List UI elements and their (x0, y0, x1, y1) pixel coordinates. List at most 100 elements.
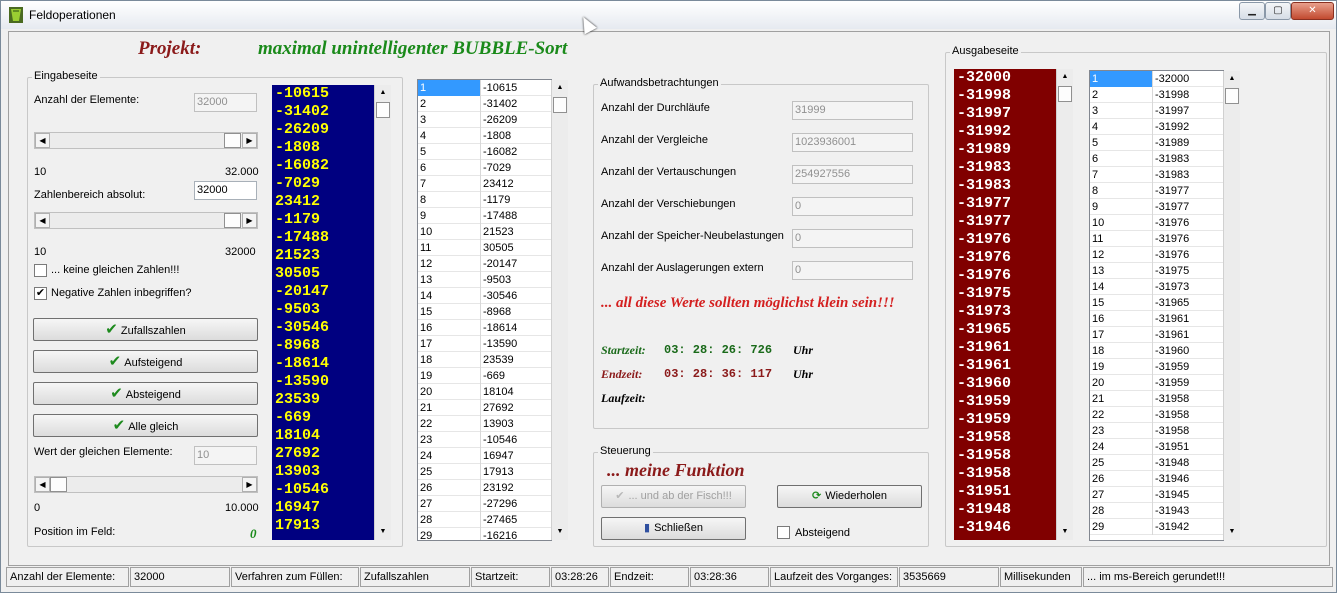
list-item[interactable]: 6 -31983 (1090, 151, 1223, 167)
list-item[interactable]: 15 -8968 (418, 304, 551, 320)
close-dialog-button[interactable]: ▮ Schließen (601, 517, 746, 540)
memory-field[interactable]: 0 (792, 229, 913, 248)
list-item[interactable]: 4 -1808 (418, 128, 551, 144)
scroll-right-icon[interactable]: ▶ (242, 477, 257, 492)
scroll-down-icon[interactable]: ▼ (375, 524, 391, 540)
descending-button[interactable]: ✔ Absteigend (33, 382, 258, 405)
slider-thumb[interactable] (224, 213, 241, 228)
list-item[interactable]: 24 16947 (418, 448, 551, 464)
list-item[interactable]: 16 -18614 (418, 320, 551, 336)
swap-field[interactable]: 254927556 (792, 165, 913, 184)
external-field[interactable]: 0 (792, 261, 913, 280)
slider-thumb[interactable] (224, 133, 241, 148)
list-item[interactable]: 29 -31942 (1090, 519, 1223, 535)
descending-checkbox[interactable] (777, 526, 790, 539)
list-item[interactable]: 11 30505 (418, 240, 551, 256)
list-item[interactable]: 3 -31997 (1090, 103, 1223, 119)
output-list-scrollbar[interactable]: ▲ ▼ (1223, 71, 1240, 540)
list-item[interactable]: 25 -31948 (1090, 455, 1223, 471)
scroll-down-icon[interactable]: ▼ (1224, 524, 1240, 540)
list-item[interactable]: 22 -31958 (1090, 407, 1223, 423)
equal-value-slider[interactable]: ◀ ▶ (34, 476, 258, 493)
list-item[interactable]: 11 -31976 (1090, 231, 1223, 247)
list-item[interactable]: 24 -31951 (1090, 439, 1223, 455)
repeat-button[interactable]: ⟳ Wiederholen (777, 485, 922, 508)
list-item[interactable]: 8 -1179 (418, 192, 551, 208)
list-item[interactable]: 7 23412 (418, 176, 551, 192)
scroll-up-icon[interactable]: ▲ (1224, 71, 1240, 87)
output-listview[interactable]: 1 -32000 2 -31998 3 -31997 4 -31992 5 -31989 6 -319… (1089, 70, 1224, 541)
negative-checkbox[interactable]: ✔ (34, 287, 47, 300)
list-item[interactable]: 9 -17488 (418, 208, 551, 224)
list-item[interactable]: 18 23539 (418, 352, 551, 368)
scroll-thumb[interactable] (1225, 88, 1239, 104)
scroll-thumb[interactable] (553, 97, 567, 113)
list-item[interactable]: 13 -31975 (1090, 263, 1223, 279)
scroll-left-icon[interactable]: ◀ (35, 133, 50, 148)
list-item[interactable]: 22 13903 (418, 416, 551, 432)
list-item[interactable]: 29 -16216 (418, 528, 551, 540)
list-item[interactable]: 12 -20147 (418, 256, 551, 272)
count-slider[interactable]: ◀ ▶ (34, 132, 258, 149)
list-item[interactable]: 17 -31961 (1090, 327, 1223, 343)
list-item[interactable]: 14 -30546 (418, 288, 551, 304)
input-listview[interactable]: 1 -10615 2 -31402 3 -26209 4 -1808 5 -16082 6 -7029… (417, 79, 552, 541)
scroll-down-icon[interactable]: ▼ (1057, 524, 1073, 540)
list-item[interactable]: 6 -7029 (418, 160, 551, 176)
list-item[interactable]: 28 -31943 (1090, 503, 1223, 519)
list-item[interactable]: 15 -31965 (1090, 295, 1223, 311)
list-item[interactable]: 18 -31960 (1090, 343, 1223, 359)
list-item[interactable]: 14 -31973 (1090, 279, 1223, 295)
input-list-scrollbar[interactable]: ▲ ▼ (551, 80, 568, 540)
input-display-scrollbar[interactable]: ▲ ▼ (374, 85, 391, 540)
list-item[interactable]: 23 -10546 (418, 432, 551, 448)
equal-value-field[interactable]: 10 (194, 446, 257, 465)
fish-button[interactable]: ✔... und ab der Fisch!!! (601, 485, 746, 508)
slider-thumb[interactable] (50, 477, 67, 492)
list-item[interactable]: 26 23192 (418, 480, 551, 496)
list-item[interactable]: 2 -31402 (418, 96, 551, 112)
range-field[interactable]: 32000 (194, 181, 257, 200)
scroll-up-icon[interactable]: ▲ (1057, 69, 1073, 85)
list-item[interactable]: 5 -31989 (1090, 135, 1223, 151)
list-item[interactable]: 16 -31961 (1090, 311, 1223, 327)
scroll-down-icon[interactable]: ▼ (552, 524, 568, 540)
list-item[interactable]: 20 -31959 (1090, 375, 1223, 391)
list-item[interactable]: 19 -31959 (1090, 359, 1223, 375)
maximize-button[interactable]: ▢ (1265, 2, 1291, 20)
output-display-scrollbar[interactable]: ▲ ▼ (1056, 69, 1073, 540)
range-slider[interactable]: ◀ ▶ (34, 212, 258, 229)
list-item[interactable]: 26 -31946 (1090, 471, 1223, 487)
list-item[interactable]: 27 -27296 (418, 496, 551, 512)
list-item[interactable]: 28 -27465 (418, 512, 551, 528)
list-item[interactable]: 9 -31977 (1090, 199, 1223, 215)
list-item[interactable]: 2 -31998 (1090, 87, 1223, 103)
list-item[interactable]: 7 -31983 (1090, 167, 1223, 183)
all-equal-button[interactable]: ✔ Alle gleich (33, 414, 258, 437)
list-item[interactable]: 23 -31958 (1090, 423, 1223, 439)
list-item[interactable]: 1 -10615 (418, 80, 551, 96)
list-item[interactable]: 12 -31976 (1090, 247, 1223, 263)
scroll-thumb[interactable] (376, 102, 390, 118)
list-item[interactable]: 8 -31977 (1090, 183, 1223, 199)
list-item[interactable]: 25 17913 (418, 464, 551, 480)
scroll-right-icon[interactable]: ▶ (242, 133, 257, 148)
list-item[interactable]: 10 -31976 (1090, 215, 1223, 231)
list-item[interactable]: 27 -31945 (1090, 487, 1223, 503)
scroll-up-icon[interactable]: ▲ (375, 85, 391, 101)
shift-field[interactable]: 0 (792, 197, 913, 216)
no-equal-checkbox[interactable] (34, 264, 47, 277)
list-item[interactable]: 5 -16082 (418, 144, 551, 160)
list-item[interactable]: 21 -31958 (1090, 391, 1223, 407)
random-button[interactable]: ✔ Zufallszahlen (33, 318, 258, 341)
list-item[interactable]: 4 -31992 (1090, 119, 1223, 135)
ascending-button[interactable]: ✔ Aufsteigend (33, 350, 258, 373)
scroll-up-icon[interactable]: ▲ (552, 80, 568, 96)
list-item[interactable]: 20 18104 (418, 384, 551, 400)
close-button[interactable]: ✕ (1291, 2, 1334, 20)
count-field[interactable]: 32000 (194, 93, 257, 112)
minimize-button[interactable]: ▁ (1239, 2, 1265, 20)
list-item[interactable]: 13 -9503 (418, 272, 551, 288)
list-item[interactable]: 19 -669 (418, 368, 551, 384)
scroll-left-icon[interactable]: ◀ (35, 477, 50, 492)
